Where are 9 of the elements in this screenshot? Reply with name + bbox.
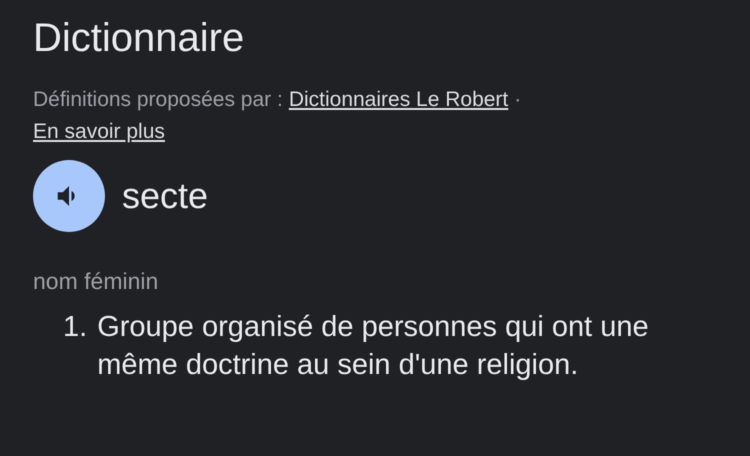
headword: secte	[122, 175, 208, 217]
part-of-speech: nom féminin	[33, 267, 160, 296]
source-link[interactable]: Dictionnaires Le Robert	[288, 84, 508, 116]
definition-number: 1.	[63, 310, 88, 345]
learn-more-link[interactable]: En savoir plus	[33, 116, 165, 148]
panel-title: Dictionnaire	[33, 15, 246, 62]
source-label: Définitions proposées par :	[33, 87, 283, 113]
definition-text: Groupe organisé de personnes qui ont une même doctrine au sein d'une religion.	[97, 310, 650, 383]
separator-dot: ·	[514, 87, 522, 113]
